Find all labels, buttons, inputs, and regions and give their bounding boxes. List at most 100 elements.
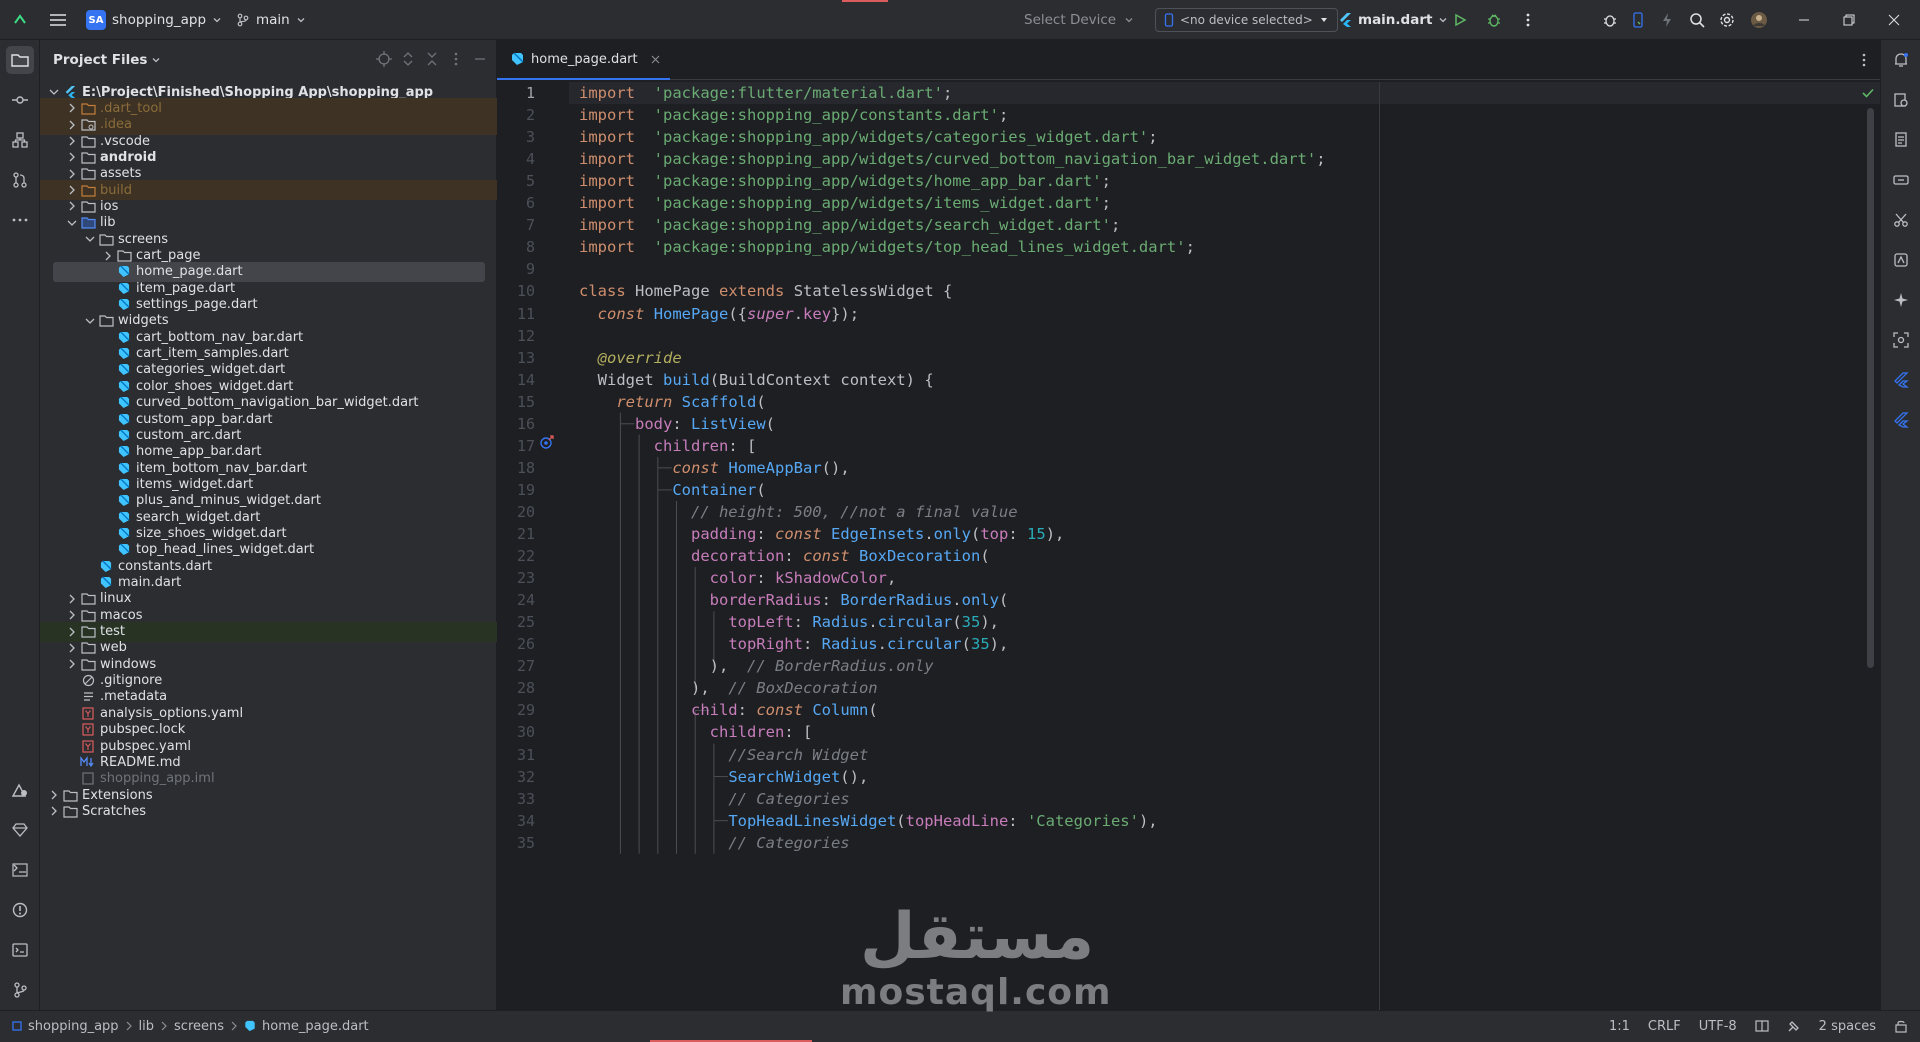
attach-debugger-button[interactable] [1596,0,1624,40]
resource-manager-button[interactable] [1887,206,1915,234]
title-accent-line [842,0,888,2]
logcat-tool-button[interactable] [6,856,34,884]
commit-tool-button[interactable] [6,86,34,114]
run-config-selector[interactable]: main.dart [1338,0,1448,40]
code-token: 'package:shopping_app/widgets/curved_bot… [653,150,1317,169]
tree-item-label: pubspec.yaml [100,738,191,754]
code-token: . [924,525,934,543]
editor-tab-bar: home_page.dart [497,40,1880,80]
override-gutter-icon[interactable] [539,434,555,450]
vertical-scrollbar[interactable] [1867,108,1874,668]
device-dropdown[interactable]: <no device selected> [1155,0,1338,40]
code-token: ( [952,613,962,632]
expand-all-icon[interactable] [399,50,417,68]
build-variants-tool-button[interactable] [6,816,34,844]
breadcrumb-item[interactable]: lib [139,1019,154,1034]
tree-item-label: windows [100,656,157,672]
code-line: @override [579,347,682,369]
lock-icon[interactable] [1894,1019,1908,1033]
line-number: 7 [525,216,535,235]
line-number: 17 [516,436,535,455]
close-tab-icon[interactable] [651,55,660,64]
run-button[interactable] [1446,0,1474,40]
sparkle-icon [1893,292,1909,308]
device-file-explorer-button[interactable] [1887,126,1915,154]
tree-item[interactable]: Scratches [40,801,497,821]
restore-button[interactable] [1835,0,1863,40]
code-token: ( [971,525,981,543]
project-tool-button[interactable] [6,46,34,74]
branch-switcher[interactable]: main [236,0,306,40]
app-inspection-tool-button[interactable] [6,776,34,804]
file-encoding[interactable]: UTF-8 [1699,1019,1737,1034]
close-window-button[interactable] [1880,0,1908,40]
version-control-tool-button[interactable] [6,976,34,1004]
breadcrumb-item[interactable]: shopping_app [28,1019,119,1034]
more-tools-button[interactable] [6,206,34,234]
hide-panel-icon[interactable] [471,50,489,68]
code-token: . [868,613,878,632]
read-only-toggle-icon[interactable] [1755,1019,1769,1033]
gradle-tool-button[interactable] [1887,86,1915,114]
collapse-all-icon[interactable] [423,50,441,68]
code-line: import 'package:shopping_app/widgets/hom… [579,170,1111,192]
running-devices-button[interactable] [1887,166,1915,194]
power-save-icon[interactable] [1787,1019,1801,1033]
code-token: 'package:shopping_app/widgets/search_wid… [653,216,1111,235]
emulator-tool-button[interactable] [1887,246,1915,274]
code-token: : [756,525,775,543]
main-menu-button[interactable] [44,0,72,40]
line-number: 13 [516,348,535,367]
layout-inspector-button[interactable] [1887,326,1915,354]
debug-button[interactable] [1480,0,1508,40]
layout-inspector-icon [1893,332,1909,348]
breadcrumb-item[interactable]: screens [174,1019,224,1034]
minimize-icon [1790,6,1818,34]
chevron-right-icon[interactable] [46,803,62,819]
indent-setting[interactable]: 2 spaces [1819,1019,1876,1034]
code-token: only [933,525,971,543]
flutter-outline-button[interactable] [1887,406,1915,434]
select-device-button[interactable]: Select Device [1024,0,1134,40]
device-manager-button[interactable] [1624,0,1652,40]
code-token: : [784,547,803,566]
project-switcher[interactable]: SA shopping_app [86,0,222,40]
code-line: import 'package:shopping_app/widgets/cat… [579,126,1158,148]
more-actions-button[interactable] [1514,0,1542,40]
code-token: import [579,238,635,257]
tree-item-label: macos [100,607,143,623]
project-view-selector[interactable]: Project Files [53,52,161,68]
problems-tool-button[interactable] [6,896,34,924]
right-tool-strip [1880,40,1920,1010]
tab-options-icon[interactable] [1862,53,1866,67]
pull-requests-tool-button[interactable] [6,166,34,194]
code-token: ; [1148,128,1158,147]
editor-tab[interactable]: home_page.dart [497,40,670,80]
user-avatar-button[interactable] [1745,0,1773,40]
breadcrumb-item[interactable]: home_page.dart [262,1019,369,1034]
caret-position[interactable]: 1:1 [1609,1019,1630,1034]
line-separator[interactable]: CRLF [1648,1019,1681,1034]
line-number: 26 [516,635,535,654]
code-token: children [653,436,729,455]
code-token: decoration [690,547,785,566]
line-number: 31 [516,745,535,764]
ai-assistant-button[interactable] [1887,286,1915,314]
flutter-inspector-button[interactable] [1887,366,1915,394]
locate-file-icon[interactable] [375,50,393,68]
notifications-tool-button[interactable] [1887,46,1915,74]
minimize-button[interactable] [1790,0,1818,40]
structure-tool-button[interactable] [6,126,34,154]
terminal-tool-button[interactable] [6,936,34,964]
code-token: . [877,635,887,654]
code-line: //Search Widget [579,744,868,766]
code-token: . [793,304,804,323]
panel-options-icon[interactable] [447,50,465,68]
hot-reload-button[interactable] [1653,0,1681,40]
search-everywhere-button[interactable] [1683,0,1711,40]
settings-button[interactable] [1713,0,1741,40]
